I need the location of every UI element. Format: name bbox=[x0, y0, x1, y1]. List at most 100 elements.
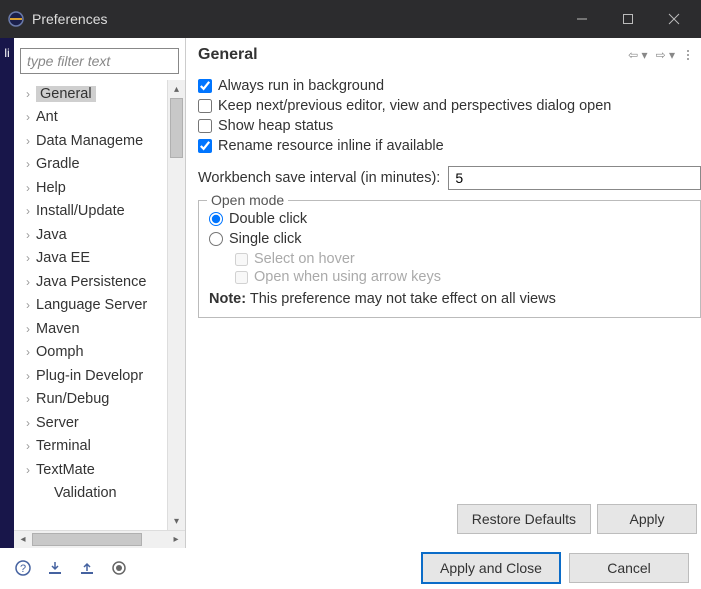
sidebar-item-language-server[interactable]: ›Language Server bbox=[16, 294, 167, 318]
expander-icon[interactable]: › bbox=[26, 392, 30, 406]
expander-icon[interactable]: › bbox=[26, 439, 30, 453]
sidebar-item-label: Server bbox=[36, 415, 79, 431]
sidebar-item-run-debug[interactable]: › Run/Debug bbox=[16, 388, 167, 412]
record-icon[interactable] bbox=[108, 557, 130, 579]
close-button[interactable] bbox=[651, 0, 697, 38]
sidebar-item-java-ee[interactable]: ›Java EE bbox=[16, 247, 167, 271]
apply-button[interactable]: Apply bbox=[597, 504, 697, 534]
sidebar-item-label: Install/Update bbox=[36, 203, 125, 219]
select-hover-checkbox bbox=[235, 253, 248, 266]
sidebar-item-server[interactable]: › Server bbox=[16, 411, 167, 435]
import-icon[interactable] bbox=[44, 557, 66, 579]
scroll-right-icon[interactable]: ▸ bbox=[167, 531, 185, 548]
sidebar-item-textmate[interactable]: › TextMate bbox=[16, 458, 167, 482]
maximize-button[interactable] bbox=[605, 0, 651, 38]
checkbox-select-hover: Select on hover bbox=[235, 251, 690, 267]
sidebar-item-data-manageme[interactable]: ›Data Manageme bbox=[16, 129, 167, 153]
expander-icon[interactable]: › bbox=[26, 275, 30, 289]
expander-icon[interactable]: › bbox=[26, 251, 30, 265]
note-row: Note: This preference may not take effec… bbox=[209, 291, 690, 307]
sidebar-item-label: Java Persistence bbox=[36, 274, 146, 290]
apply-and-close-button[interactable]: Apply and Close bbox=[421, 552, 561, 584]
expander-icon[interactable]: › bbox=[26, 416, 30, 430]
checkbox-keep-next[interactable]: Keep next/previous editor, view and pers… bbox=[198, 98, 701, 114]
sidebar-item-oomph[interactable]: ›Oomph bbox=[16, 341, 167, 365]
sidebar-item-java-persistence[interactable]: › Java Persistence bbox=[16, 270, 167, 294]
open-mode-group: Open mode Double click Single click Sele… bbox=[198, 200, 701, 318]
interval-label: Workbench save interval (in minutes): bbox=[198, 170, 440, 186]
double-click-radio[interactable] bbox=[209, 212, 223, 226]
sidebar-item-label: General bbox=[36, 86, 96, 102]
expander-icon[interactable]: › bbox=[26, 228, 30, 242]
checkbox-rename-inline[interactable]: Rename resource inline if available bbox=[198, 138, 701, 154]
category-tree[interactable]: ›General›Ant›Data Manageme›Gradle›Help›I… bbox=[14, 80, 167, 530]
expander-icon[interactable]: › bbox=[26, 110, 30, 124]
export-icon[interactable] bbox=[76, 557, 98, 579]
titlebar: Preferences bbox=[0, 0, 701, 38]
checkbox-heap-status[interactable]: Show heap status bbox=[198, 118, 701, 134]
expander-icon[interactable]: › bbox=[26, 157, 30, 171]
sidebar-item-validation[interactable]: ›Validation bbox=[16, 482, 167, 506]
window-title: Preferences bbox=[32, 11, 107, 27]
vertical-scrollbar[interactable]: ▴ ▾ bbox=[167, 80, 185, 530]
expander-icon[interactable]: › bbox=[26, 463, 30, 477]
scroll-down-icon[interactable]: ▾ bbox=[168, 512, 185, 530]
sidebar-item-label: TextMate bbox=[36, 462, 95, 478]
svg-text:?: ? bbox=[20, 563, 26, 575]
radio-double-click[interactable]: Double click bbox=[209, 211, 690, 227]
minimize-button[interactable] bbox=[559, 0, 605, 38]
rename-inline-checkbox[interactable] bbox=[198, 139, 212, 153]
expander-icon[interactable]: › bbox=[26, 181, 30, 195]
sidebar-item-gradle[interactable]: › Gradle bbox=[16, 153, 167, 177]
hscroll-thumb[interactable] bbox=[32, 533, 142, 546]
always-run-bg-label: Always run in background bbox=[218, 78, 384, 94]
scroll-thumb[interactable] bbox=[170, 98, 183, 158]
sidebar-item-plug-in-developr[interactable]: › Plug-in Developr bbox=[16, 364, 167, 388]
main-panel: General ⇦ ▾ ⇨ ▾ Always run in background… bbox=[186, 38, 701, 548]
open-arrow-checkbox bbox=[235, 271, 248, 284]
expander-icon[interactable]: › bbox=[26, 134, 30, 148]
sidebar-item-label: Ant bbox=[36, 109, 58, 125]
sidebar-item-maven[interactable]: ›Maven bbox=[16, 317, 167, 341]
scroll-left-icon[interactable]: ◂ bbox=[14, 531, 32, 548]
expander-icon[interactable]: › bbox=[26, 298, 30, 312]
sidebar-item-label: Gradle bbox=[36, 156, 80, 172]
checkbox-always-run-bg[interactable]: Always run in background bbox=[198, 78, 701, 94]
expander-icon[interactable]: › bbox=[26, 369, 30, 383]
sidebar-item-java[interactable]: ›Java bbox=[16, 223, 167, 247]
sidebar-item-general[interactable]: › General bbox=[16, 82, 167, 106]
interval-row: Workbench save interval (in minutes): bbox=[198, 166, 701, 190]
sidebar-item-help[interactable]: ›Help bbox=[16, 176, 167, 200]
single-click-radio[interactable] bbox=[209, 232, 223, 246]
interval-input[interactable] bbox=[448, 166, 701, 190]
menu-icon[interactable] bbox=[683, 49, 693, 61]
heap-status-checkbox[interactable] bbox=[198, 119, 212, 133]
note-text: This preference may not take effect on a… bbox=[250, 291, 556, 307]
page-title: General bbox=[198, 46, 258, 64]
keep-next-checkbox[interactable] bbox=[198, 99, 212, 113]
app-icon bbox=[6, 9, 26, 29]
expander-icon[interactable]: › bbox=[26, 345, 30, 359]
double-click-label: Double click bbox=[229, 211, 307, 227]
expander-icon[interactable]: › bbox=[26, 322, 30, 336]
forward-icon[interactable]: ⇨ ▾ bbox=[656, 48, 675, 62]
filter-box bbox=[20, 48, 179, 74]
radio-single-click[interactable]: Single click bbox=[209, 231, 690, 247]
expander-icon[interactable]: › bbox=[26, 87, 30, 101]
expander-icon[interactable]: › bbox=[26, 204, 30, 218]
horizontal-scrollbar[interactable]: ◂ ▸ bbox=[14, 530, 185, 548]
restore-defaults-button[interactable]: Restore Defaults bbox=[457, 504, 591, 534]
left-edge-strip: li bbox=[0, 38, 14, 548]
filter-input[interactable] bbox=[20, 48, 179, 74]
sidebar-item-label: Run/Debug bbox=[36, 391, 109, 407]
help-icon[interactable]: ? bbox=[12, 557, 34, 579]
sidebar-item-ant[interactable]: › Ant bbox=[16, 106, 167, 130]
always-run-bg-checkbox[interactable] bbox=[198, 79, 212, 93]
scroll-up-icon[interactable]: ▴ bbox=[168, 80, 185, 98]
sidebar-item-install-update[interactable]: › Install/Update bbox=[16, 200, 167, 224]
sidebar-item-label: Validation bbox=[54, 485, 117, 501]
back-icon[interactable]: ⇦ ▾ bbox=[628, 48, 647, 62]
cancel-button[interactable]: Cancel bbox=[569, 553, 689, 583]
sidebar-item-terminal[interactable]: ›Terminal bbox=[16, 435, 167, 459]
sidebar-item-label: Plug-in Developr bbox=[36, 368, 143, 384]
